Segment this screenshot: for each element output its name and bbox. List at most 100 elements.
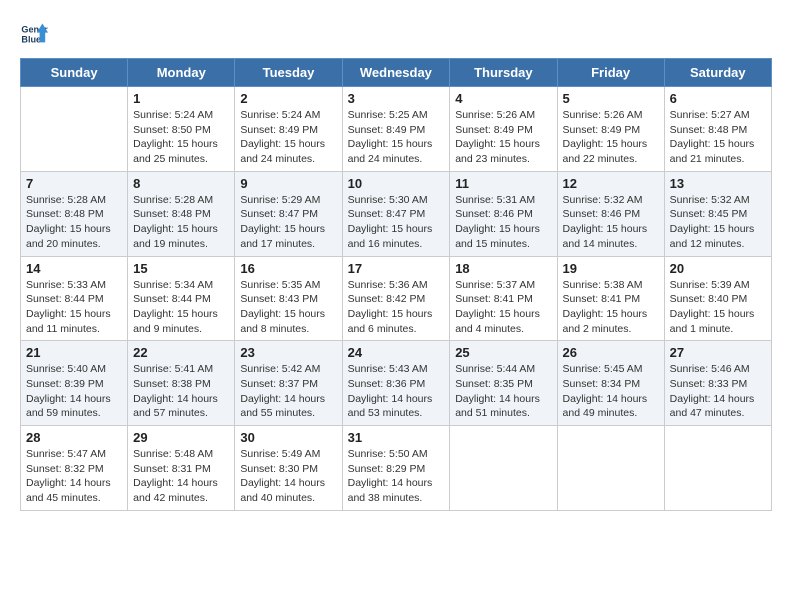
weekday-header-monday: Monday	[128, 59, 235, 87]
day-info: Sunrise: 5:41 AM Sunset: 8:38 PM Dayligh…	[133, 362, 229, 421]
day-number: 3	[348, 91, 445, 106]
calendar-week-row: 1 Sunrise: 5:24 AM Sunset: 8:50 PM Daylig…	[21, 87, 772, 172]
day-number: 1	[133, 91, 229, 106]
day-info: Sunrise: 5:37 AM Sunset: 8:41 PM Dayligh…	[455, 278, 551, 337]
calendar-cell: 28 Sunrise: 5:47 AM Sunset: 8:32 PM Dayli…	[21, 426, 128, 511]
day-number: 16	[240, 261, 336, 276]
calendar-cell: 8 Sunrise: 5:28 AM Sunset: 8:48 PM Daylig…	[128, 171, 235, 256]
day-info: Sunrise: 5:32 AM Sunset: 8:45 PM Dayligh…	[670, 193, 766, 252]
calendar-week-row: 14 Sunrise: 5:33 AM Sunset: 8:44 PM Dayli…	[21, 256, 772, 341]
calendar-cell: 3 Sunrise: 5:25 AM Sunset: 8:49 PM Daylig…	[342, 87, 450, 172]
calendar-week-row: 21Sunrise: 5:40 AM Sunset: 8:39 PM Dayli…	[21, 341, 772, 426]
weekday-header-tuesday: Tuesday	[235, 59, 342, 87]
calendar-cell: 1 Sunrise: 5:24 AM Sunset: 8:50 PM Daylig…	[128, 87, 235, 172]
day-number: 18	[455, 261, 551, 276]
day-number: 15	[133, 261, 229, 276]
day-number: 10	[348, 176, 445, 191]
day-number: 31	[348, 430, 445, 445]
calendar-cell: 6 Sunrise: 5:27 AM Sunset: 8:48 PM Daylig…	[664, 87, 771, 172]
calendar-cell	[557, 426, 664, 511]
calendar-cell: 22 Sunrise: 5:41 AM Sunset: 8:38 PM Dayli…	[128, 341, 235, 426]
weekday-header-wednesday: Wednesday	[342, 59, 450, 87]
day-number: 9	[240, 176, 336, 191]
day-info: Sunrise: 5:33 AM Sunset: 8:44 PM Dayligh…	[26, 278, 122, 337]
day-number: 14	[26, 261, 122, 276]
day-info: Sunrise: 5:49 AM Sunset: 8:30 PM Dayligh…	[240, 447, 336, 506]
calendar-cell: 19 Sunrise: 5:38 AM Sunset: 8:41 PM Dayli…	[557, 256, 664, 341]
calendar-cell: 12Sunrise: 5:32 AM Sunset: 8:46 PM Dayli…	[557, 171, 664, 256]
calendar-cell: 25 Sunrise: 5:44 AM Sunset: 8:35 PM Dayli…	[450, 341, 557, 426]
day-number: 21	[26, 345, 122, 360]
calendar-cell: 15 Sunrise: 5:34 AM Sunset: 8:44 PM Dayli…	[128, 256, 235, 341]
day-info: Sunrise: 5:34 AM Sunset: 8:44 PM Dayligh…	[133, 278, 229, 337]
calendar-cell: 9 Sunrise: 5:29 AM Sunset: 8:47 PM Daylig…	[235, 171, 342, 256]
calendar-week-row: 28 Sunrise: 5:47 AM Sunset: 8:32 PM Dayli…	[21, 426, 772, 511]
calendar-cell: 14 Sunrise: 5:33 AM Sunset: 8:44 PM Dayli…	[21, 256, 128, 341]
day-info: Sunrise: 5:50 AM Sunset: 8:29 PM Dayligh…	[348, 447, 445, 506]
header-area: General Blue	[20, 20, 772, 48]
calendar-week-row: 7 Sunrise: 5:28 AM Sunset: 8:48 PM Daylig…	[21, 171, 772, 256]
day-number: 4	[455, 91, 551, 106]
weekday-header-friday: Friday	[557, 59, 664, 87]
calendar-cell: 26 Sunrise: 5:45 AM Sunset: 8:34 PM Dayli…	[557, 341, 664, 426]
day-info: Sunrise: 5:39 AM Sunset: 8:40 PM Dayligh…	[670, 278, 766, 337]
calendar-cell: 16 Sunrise: 5:35 AM Sunset: 8:43 PM Dayli…	[235, 256, 342, 341]
calendar-cell: 20 Sunrise: 5:39 AM Sunset: 8:40 PM Dayli…	[664, 256, 771, 341]
calendar-cell: 21Sunrise: 5:40 AM Sunset: 8:39 PM Dayli…	[21, 341, 128, 426]
weekday-header-sunday: Sunday	[21, 59, 128, 87]
day-info: Sunrise: 5:38 AM Sunset: 8:41 PM Dayligh…	[563, 278, 659, 337]
day-number: 22	[133, 345, 229, 360]
day-number: 7	[26, 176, 122, 191]
day-info: Sunrise: 5:48 AM Sunset: 8:31 PM Dayligh…	[133, 447, 229, 506]
day-number: 8	[133, 176, 229, 191]
weekday-header-saturday: Saturday	[664, 59, 771, 87]
day-number: 28	[26, 430, 122, 445]
day-number: 19	[563, 261, 659, 276]
calendar-cell: 2Sunrise: 5:24 AM Sunset: 8:49 PM Daylig…	[235, 87, 342, 172]
calendar-cell: 30Sunrise: 5:49 AM Sunset: 8:30 PM Dayli…	[235, 426, 342, 511]
calendar-cell: 7 Sunrise: 5:28 AM Sunset: 8:48 PM Daylig…	[21, 171, 128, 256]
day-info: Sunrise: 5:25 AM Sunset: 8:49 PM Dayligh…	[348, 108, 445, 167]
day-number: 17	[348, 261, 445, 276]
calendar-cell: 4Sunrise: 5:26 AM Sunset: 8:49 PM Daylig…	[450, 87, 557, 172]
day-number: 11	[455, 176, 551, 191]
calendar-cell: 5 Sunrise: 5:26 AM Sunset: 8:49 PM Daylig…	[557, 87, 664, 172]
day-number: 13	[670, 176, 766, 191]
calendar-cell: 24Sunrise: 5:43 AM Sunset: 8:36 PM Dayli…	[342, 341, 450, 426]
calendar-cell: 31 Sunrise: 5:50 AM Sunset: 8:29 PM Dayli…	[342, 426, 450, 511]
day-info: Sunrise: 5:26 AM Sunset: 8:49 PM Dayligh…	[563, 108, 659, 167]
day-info: Sunrise: 5:47 AM Sunset: 8:32 PM Dayligh…	[26, 447, 122, 506]
day-info: Sunrise: 5:24 AM Sunset: 8:50 PM Dayligh…	[133, 108, 229, 167]
day-info: Sunrise: 5:42 AM Sunset: 8:37 PM Dayligh…	[240, 362, 336, 421]
calendar-cell: 10 Sunrise: 5:30 AM Sunset: 8:47 PM Dayli…	[342, 171, 450, 256]
day-number: 20	[670, 261, 766, 276]
day-number: 27	[670, 345, 766, 360]
weekday-header-thursday: Thursday	[450, 59, 557, 87]
calendar-cell	[450, 426, 557, 511]
day-number: 5	[563, 91, 659, 106]
day-info: Sunrise: 5:30 AM Sunset: 8:47 PM Dayligh…	[348, 193, 445, 252]
day-info: Sunrise: 5:31 AM Sunset: 8:46 PM Dayligh…	[455, 193, 551, 252]
calendar-cell: 17Sunrise: 5:36 AM Sunset: 8:42 PM Dayli…	[342, 256, 450, 341]
day-info: Sunrise: 5:29 AM Sunset: 8:47 PM Dayligh…	[240, 193, 336, 252]
day-info: Sunrise: 5:24 AM Sunset: 8:49 PM Dayligh…	[240, 108, 336, 167]
calendar-cell: 29 Sunrise: 5:48 AM Sunset: 8:31 PM Dayli…	[128, 426, 235, 511]
day-number: 12	[563, 176, 659, 191]
day-number: 6	[670, 91, 766, 106]
svg-text:Blue: Blue	[21, 34, 41, 44]
day-info: Sunrise: 5:27 AM Sunset: 8:48 PM Dayligh…	[670, 108, 766, 167]
calendar-cell	[664, 426, 771, 511]
day-info: Sunrise: 5:45 AM Sunset: 8:34 PM Dayligh…	[563, 362, 659, 421]
day-info: Sunrise: 5:35 AM Sunset: 8:43 PM Dayligh…	[240, 278, 336, 337]
day-info: Sunrise: 5:28 AM Sunset: 8:48 PM Dayligh…	[133, 193, 229, 252]
day-info: Sunrise: 5:44 AM Sunset: 8:35 PM Dayligh…	[455, 362, 551, 421]
day-number: 29	[133, 430, 229, 445]
day-info: Sunrise: 5:46 AM Sunset: 8:33 PM Dayligh…	[670, 362, 766, 421]
calendar-cell: 23Sunrise: 5:42 AM Sunset: 8:37 PM Dayli…	[235, 341, 342, 426]
day-info: Sunrise: 5:28 AM Sunset: 8:48 PM Dayligh…	[26, 193, 122, 252]
day-number: 25	[455, 345, 551, 360]
day-number: 26	[563, 345, 659, 360]
logo-icon: General Blue	[20, 20, 48, 48]
calendar-cell: 27 Sunrise: 5:46 AM Sunset: 8:33 PM Dayli…	[664, 341, 771, 426]
weekday-header-row: SundayMondayTuesdayWednesdayThursdayFrid…	[21, 59, 772, 87]
